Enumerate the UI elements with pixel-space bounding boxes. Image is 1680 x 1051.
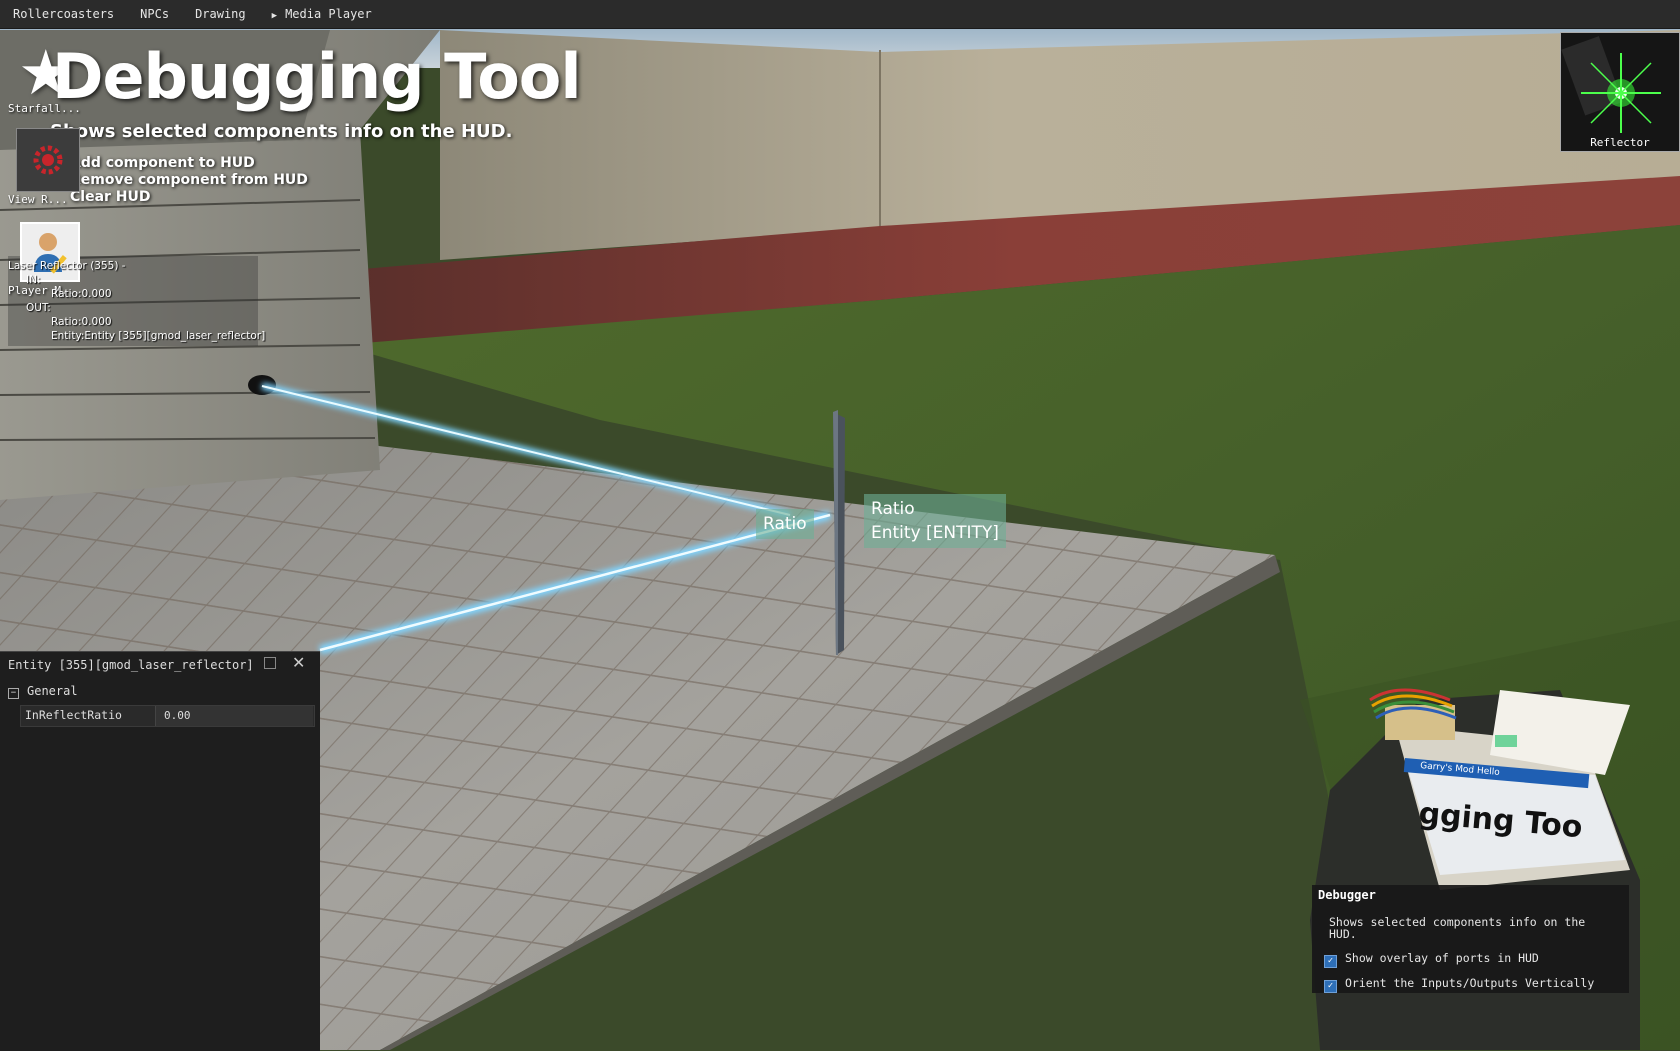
instruction-add: Add component to HUD	[70, 155, 255, 171]
debug-in-value: Ratio:0.000	[51, 288, 112, 300]
instruction-clear: Clear HUD	[70, 189, 151, 205]
debugger-options-panel: Debugger Shows selected components info …	[1312, 885, 1629, 993]
tool-description: Shows selected components info on the HU…	[50, 121, 513, 142]
spawn-menubar: Rollercoasters NPCs Drawing ▶ Media Playe…	[0, 0, 1680, 29]
menu-drawing[interactable]: Drawing	[182, 7, 259, 21]
laser-reflector-icon	[1561, 36, 1661, 133]
gear-icon	[33, 145, 63, 175]
minimize-button[interactable]	[264, 657, 276, 669]
output-port-label: Ratio Entity [ENTITY]	[864, 494, 1006, 548]
menu-rollercoasters[interactable]: Rollercoasters	[0, 7, 127, 21]
tool-title: Debugging Tool	[52, 40, 582, 113]
checkmark-icon: ✓	[1324, 955, 1337, 968]
property-name: InReflectRatio	[25, 708, 122, 722]
output-port-ratio: Ratio	[871, 499, 915, 519]
entity-panel-title: Entity [355][gmod_laser_reflector]	[8, 658, 254, 672]
debug-out-label: OUT:	[26, 302, 51, 314]
player-model-spawn-icon[interactable]	[20, 222, 80, 282]
debug-in-label: IN:	[26, 274, 41, 286]
orient-vertical-label: Orient the Inputs/Outputs Vertically	[1345, 976, 1595, 990]
debug-out-value-ratio: Ratio:0.000	[51, 316, 112, 328]
view-label: View R...	[8, 193, 68, 206]
close-icon: ✕	[292, 653, 306, 672]
menu-npcs[interactable]: NPCs	[127, 7, 182, 21]
play-icon: ▶	[271, 11, 278, 21]
debug-header: Laser Reflector (355) -	[8, 260, 126, 272]
checkmark-icon: ✓	[1324, 980, 1337, 993]
debug-out-value-entity: Entity:Entity [355][gmod_laser_reflector…	[51, 330, 266, 342]
entity-property-panel: Entity [355][gmod_laser_reflector] ✕ − Ge…	[0, 651, 320, 1051]
instruction-remove: Remove component from HUD	[70, 172, 308, 188]
property-row: InReflectRatio 0.00	[20, 705, 315, 727]
input-port-label: Ratio	[756, 509, 814, 539]
debugger-title: Debugger	[1318, 888, 1376, 902]
general-section-toggle[interactable]: − General	[8, 684, 78, 699]
menu-media-player[interactable]: ▶ Media Player	[259, 7, 385, 21]
starfall-label: Starfall...	[8, 102, 81, 115]
reflector-spawn-icon[interactable]: Reflector	[1560, 32, 1680, 152]
output-port-entity: Entity [ENTITY]	[871, 523, 999, 543]
reflector-label: Reflector	[1590, 136, 1650, 149]
menu-media-player-label: Media Player	[285, 7, 372, 21]
view-rt-spawn-icon[interactable]	[16, 128, 80, 192]
show-overlay-checkbox[interactable]: ✓ Show overlay of ports in HUD	[1324, 951, 1539, 968]
collapse-icon: −	[8, 688, 19, 699]
general-section-label: General	[27, 684, 78, 698]
orient-vertical-checkbox[interactable]: ✓ Orient the Inputs/Outputs Vertically	[1324, 976, 1594, 993]
property-value-field[interactable]: 0.00	[155, 706, 313, 726]
show-overlay-label: Show overlay of ports in HUD	[1345, 951, 1539, 965]
debugger-description: Shows selected components info on the HU…	[1329, 915, 1586, 941]
close-button[interactable]: ✕	[292, 653, 305, 672]
